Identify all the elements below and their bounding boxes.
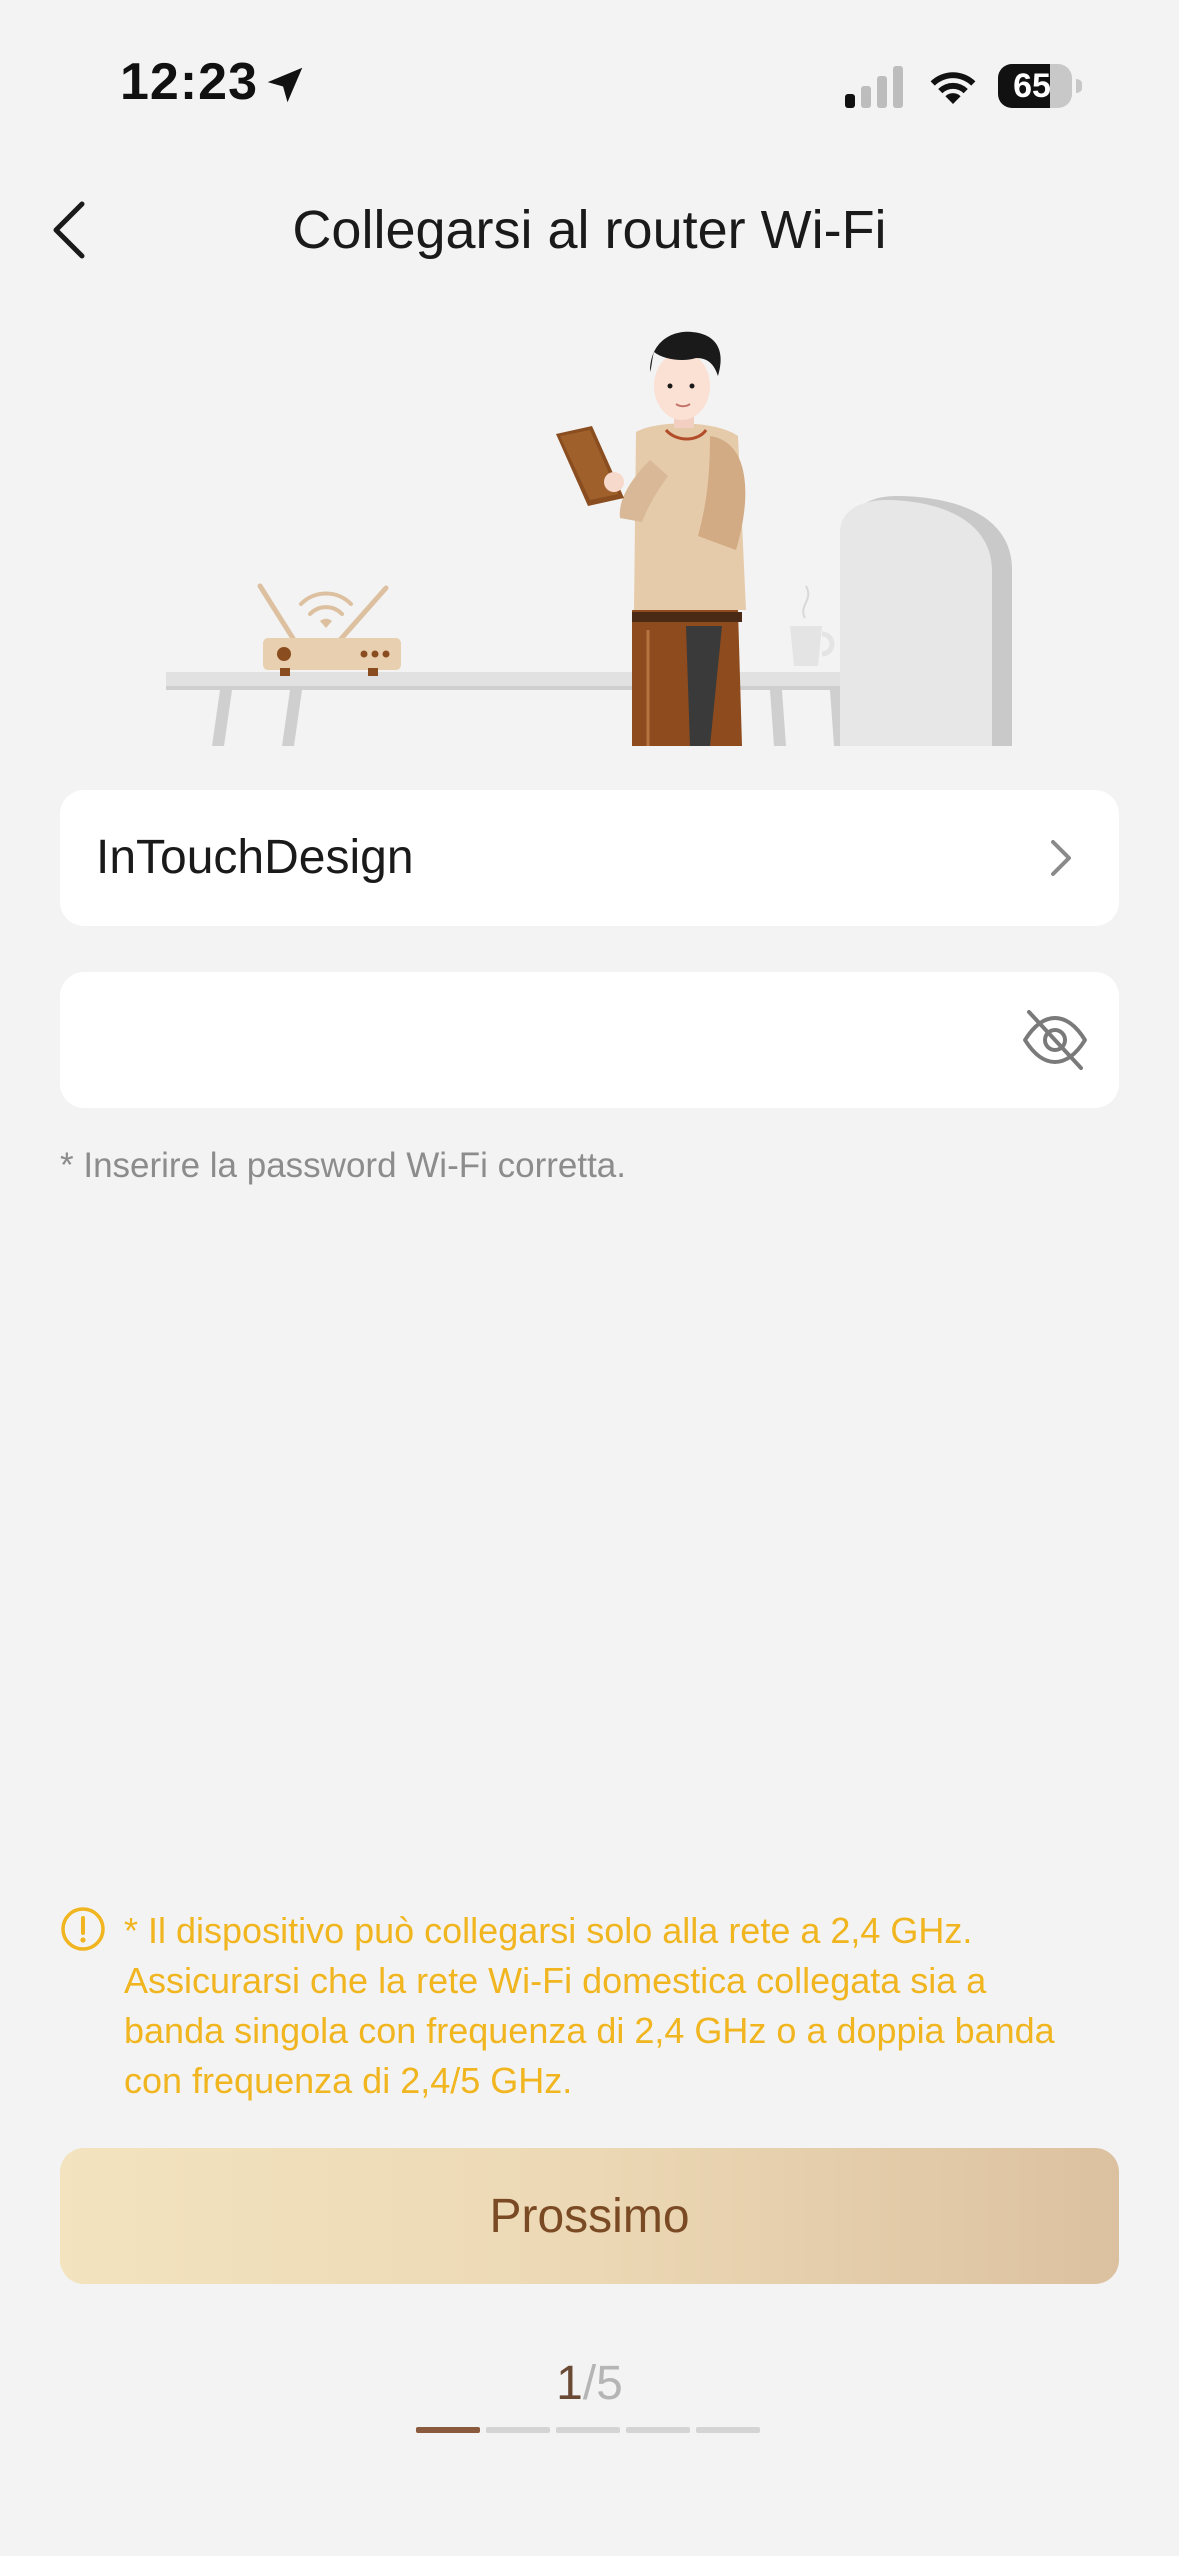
battery-level: 65 (1013, 67, 1051, 105)
status-bar: 12:23 65 (0, 0, 1179, 170)
wifi-ssid-value: InTouchDesign (96, 831, 414, 884)
step-segment (486, 2427, 550, 2433)
wifi-setup-screen: 12:23 65 Collegarsi al router Wi-Fi InTo… (0, 0, 1179, 2556)
frequency-warning-text: * Il dispositivo può collegarsi solo all… (124, 1910, 1055, 2101)
wifi-network-selector[interactable]: InTouchDesign (60, 790, 1119, 926)
step-counter: 1/5 (0, 2352, 1179, 2416)
step-segment (626, 2427, 690, 2433)
step-progress-indicator (416, 2427, 760, 2433)
location-arrow-icon (267, 67, 303, 103)
eye-off-icon[interactable] (1019, 1004, 1091, 1076)
step-segment (556, 2427, 620, 2433)
back-chevron-icon[interactable] (40, 190, 110, 270)
status-time: 12:23 (120, 53, 258, 111)
wifi-icon (930, 72, 976, 104)
step-segment (416, 2427, 480, 2433)
wifi-password-input[interactable] (96, 1000, 996, 1080)
step-current: 1 (556, 2357, 583, 2410)
step-segment (696, 2427, 760, 2433)
page-title: Collegarsi al router Wi-Fi (292, 200, 887, 260)
step-total: 5 (596, 2357, 623, 2410)
chevron-right-icon (1051, 840, 1071, 876)
next-button[interactable]: Prossimo (60, 2148, 1119, 2284)
step-separator: / (582, 2357, 597, 2410)
password-hint: * Inserire la password Wi-Fi corretta. (60, 1146, 626, 1185)
router-setup-illustration (166, 331, 1012, 746)
wifi-password-field (60, 972, 1119, 1108)
cellular-signal-icon (845, 66, 903, 108)
alert-circle-icon (61, 1907, 105, 1951)
